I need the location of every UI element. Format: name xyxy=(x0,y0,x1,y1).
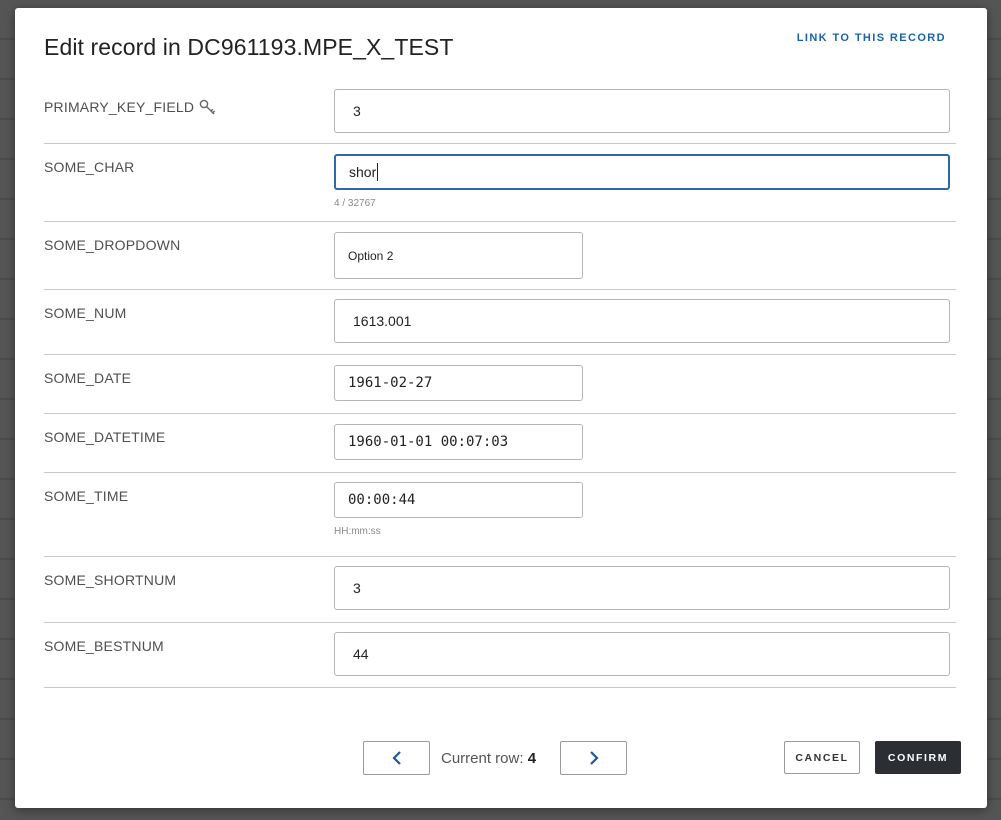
field-value: 3 xyxy=(353,580,361,596)
field-value: shor xyxy=(349,164,377,180)
field-label: SOME_BESTNUM xyxy=(44,638,164,654)
field-value: 1960-01-01 00:07:03 xyxy=(348,434,509,450)
field-label: SOME_SHORTNUM xyxy=(44,572,176,588)
cancel-button[interactable]: CANCEL xyxy=(784,741,860,774)
field-value: 1613.001 xyxy=(353,313,412,329)
field-label: SOME_DATE xyxy=(44,370,131,386)
some-time-input[interactable]: 00:00:44 xyxy=(334,482,583,518)
field-label-text: SOME_DROPDOWN xyxy=(44,237,181,253)
form-row-some-time: SOME_TIME 00:00:44 HH:mm:ss xyxy=(44,473,956,557)
some-char-input[interactable]: shor xyxy=(334,154,950,190)
field-label: PRIMARY_KEY_FIELD xyxy=(44,99,217,115)
modal-title: Edit record in DC961193.MPE_X_TEST xyxy=(44,34,454,60)
current-row-value: 4 xyxy=(527,750,537,767)
form-row-some-bestnum: SOME_BESTNUM 44 xyxy=(44,623,956,688)
current-row-indicator: Current row: 4 xyxy=(441,750,536,767)
field-value: 1961-02-27 xyxy=(348,375,433,391)
chevron-right-icon xyxy=(589,751,599,765)
form-row-primary-key-field: PRIMARY_KEY_FIELD 3 xyxy=(44,84,956,144)
field-label-text: SOME_DATETIME xyxy=(44,429,166,445)
field-value: 44 xyxy=(353,646,369,662)
some-shortnum-input[interactable]: 3 xyxy=(334,566,950,610)
form-row-some-dropdown: SOME_DROPDOWN Option 2 xyxy=(44,222,956,290)
form-row-some-date: SOME_DATE 1961-02-27 xyxy=(44,355,956,414)
field-label: SOME_DROPDOWN xyxy=(44,237,180,253)
text-caret xyxy=(377,163,379,181)
field-label-text: SOME_CHAR xyxy=(44,159,135,175)
field-label: SOME_CHAR xyxy=(44,159,134,175)
confirm-button[interactable]: CONFIRM xyxy=(875,741,961,774)
field-value: 3 xyxy=(353,103,361,119)
form-row-some-char: SOME_CHAR shor 4 / 32767 xyxy=(44,144,956,222)
previous-row-button[interactable] xyxy=(363,741,430,775)
edit-record-modal: Edit record in DC961193.MPE_X_TEST LINK … xyxy=(15,8,987,808)
field-label-text: SOME_DATE xyxy=(44,370,132,386)
form-row-some-num: SOME_NUM 1613.001 xyxy=(44,290,956,355)
time-format-hint: HH:mm:ss xyxy=(334,526,381,537)
field-label-text: SOME_NUM xyxy=(44,305,127,321)
some-bestnum-input[interactable]: 44 xyxy=(334,632,950,676)
next-row-button[interactable] xyxy=(560,741,627,775)
some-num-input[interactable]: 1613.001 xyxy=(334,299,950,343)
form-row-some-datetime: SOME_DATETIME 1960-01-01 00:07:03 xyxy=(44,414,956,473)
dropdown-selected-value: Option 2 xyxy=(348,248,394,263)
some-dropdown-select[interactable]: Option 2 xyxy=(334,232,583,279)
chevron-left-icon xyxy=(391,751,401,765)
some-date-input[interactable]: 1961-02-27 xyxy=(334,365,583,401)
field-label: SOME_TIME xyxy=(44,488,128,504)
field-label: SOME_NUM xyxy=(44,305,127,321)
record-form: PRIMARY_KEY_FIELD 3 SOME_CHAR shor 4 / 3… xyxy=(44,84,956,688)
field-label-text: SOME_SHORTNUM xyxy=(44,572,177,588)
key-icon xyxy=(199,99,217,115)
field-label-text: SOME_TIME xyxy=(44,488,129,504)
field-label: SOME_DATETIME xyxy=(44,429,165,445)
modal-footer: Current row: 4 CANCEL CONFIRM xyxy=(15,738,987,778)
link-to-record-button[interactable]: LINK TO THIS RECORD xyxy=(797,32,946,44)
form-row-some-shortnum: SOME_SHORTNUM 3 xyxy=(44,557,956,623)
field-label-text: SOME_BESTNUM xyxy=(44,638,164,654)
char-count-hint: 4 / 32767 xyxy=(334,198,376,209)
some-datetime-input[interactable]: 1960-01-01 00:07:03 xyxy=(334,424,583,460)
field-label-text: PRIMARY_KEY_FIELD xyxy=(44,99,195,115)
primary-key-field-input[interactable]: 3 xyxy=(334,89,950,133)
current-row-label: Current row: xyxy=(441,750,524,767)
field-value: 00:00:44 xyxy=(348,492,416,508)
